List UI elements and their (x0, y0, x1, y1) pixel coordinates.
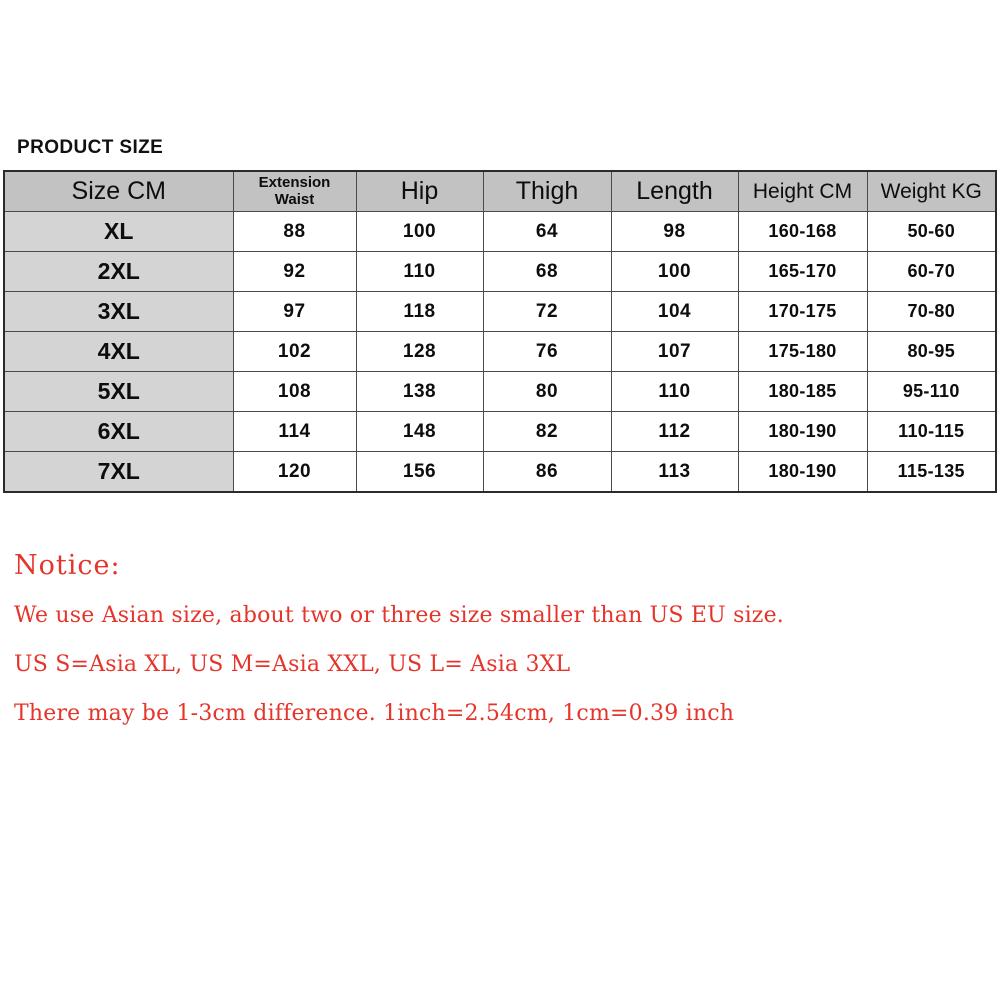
notice-heading: Notice: (14, 550, 121, 581)
table-row: XL 88 100 64 98 160-168 50-60 (3, 211, 997, 252)
cell-length: 100 (610, 251, 739, 292)
column-header-height-cm: Height CM (737, 170, 868, 212)
cell-hip: 118 (355, 291, 484, 332)
cell-height-cm: 170-175 (737, 291, 868, 332)
cell-hip: 100 (355, 211, 484, 252)
column-header-extension-waist-line1: Extension (258, 174, 331, 192)
column-header-thigh: Thigh (482, 170, 612, 212)
cell-length: 104 (610, 291, 739, 332)
cell-extension-waist: 108 (232, 371, 357, 412)
notice-section: Notice: We use Asian size, about two or … (14, 552, 994, 725)
cell-thigh: 86 (482, 451, 612, 493)
cell-weight-kg: 50-60 (866, 211, 997, 252)
cell-thigh: 76 (482, 331, 612, 372)
cell-size: 7XL (3, 451, 234, 493)
cell-length: 113 (610, 451, 739, 493)
notice-line-us-conversion: US S=Asia XL, US M=Asia XXL, US L= Asia … (14, 652, 571, 677)
table-row: 5XL 108 138 80 110 180-185 95-110 (3, 371, 997, 412)
column-header-size-cm: Size CM (3, 170, 234, 212)
cell-weight-kg: 80-95 (866, 331, 997, 372)
cell-length: 110 (610, 371, 739, 412)
cell-weight-kg: 60-70 (866, 251, 997, 292)
table-body: XL 88 100 64 98 160-168 50-60 2XL 92 110… (3, 211, 997, 493)
cell-thigh: 64 (482, 211, 612, 252)
cell-thigh: 72 (482, 291, 612, 332)
cell-size: 4XL (3, 331, 234, 372)
cell-height-cm: 165-170 (737, 251, 868, 292)
notice-line-asian-size: We use Asian size, about two or three si… (14, 603, 785, 628)
cell-hip: 110 (355, 251, 484, 292)
cell-hip: 156 (355, 451, 484, 493)
cell-hip: 128 (355, 331, 484, 372)
cell-weight-kg: 110-115 (866, 411, 997, 452)
column-header-hip: Hip (355, 170, 484, 212)
cell-size: 2XL (3, 251, 234, 292)
table-row: 6XL 114 148 82 112 180-190 110-115 (3, 411, 997, 452)
cell-thigh: 68 (482, 251, 612, 292)
table-row: 2XL 92 110 68 100 165-170 60-70 (3, 251, 997, 292)
cell-extension-waist: 97 (232, 291, 357, 332)
column-header-extension-waist: Extension Waist (232, 170, 357, 212)
cell-extension-waist: 102 (232, 331, 357, 372)
cell-extension-waist: 120 (232, 451, 357, 493)
cell-length: 112 (610, 411, 739, 452)
column-header-weight-kg: Weight KG (866, 170, 997, 212)
page-title: PRODUCT SIZE (17, 137, 164, 158)
table-row: 4XL 102 128 76 107 175-180 80-95 (3, 331, 997, 372)
cell-extension-waist: 92 (232, 251, 357, 292)
cell-height-cm: 160-168 (737, 211, 868, 252)
table-row: 3XL 97 118 72 104 170-175 70-80 (3, 291, 997, 332)
cell-size: 5XL (3, 371, 234, 412)
notice-line-tolerance: There may be 1-3cm difference. 1inch=2.5… (14, 701, 735, 726)
column-header-length: Length (610, 170, 739, 212)
cell-length: 98 (610, 211, 739, 252)
cell-height-cm: 175-180 (737, 331, 868, 372)
cell-extension-waist: 88 (232, 211, 357, 252)
cell-thigh: 80 (482, 371, 612, 412)
cell-weight-kg: 95-110 (866, 371, 997, 412)
cell-hip: 148 (355, 411, 484, 452)
cell-height-cm: 180-190 (737, 411, 868, 452)
cell-thigh: 82 (482, 411, 612, 452)
cell-weight-kg: 115-135 (866, 451, 997, 493)
column-header-extension-waist-line2: Waist (274, 190, 315, 208)
cell-size: 6XL (3, 411, 234, 452)
table-row: 7XL 120 156 86 113 180-190 115-135 (3, 451, 997, 493)
cell-hip: 138 (355, 371, 484, 412)
product-size-table: Size CM Extension Waist Hip Thigh Length… (3, 170, 997, 493)
cell-size: XL (3, 211, 234, 252)
size-chart-container: Size CM Extension Waist Hip Thigh Length… (3, 170, 997, 493)
cell-size: 3XL (3, 291, 234, 332)
cell-extension-waist: 114 (232, 411, 357, 452)
cell-length: 107 (610, 331, 739, 372)
table-header: Size CM Extension Waist Hip Thigh Length… (3, 170, 997, 212)
cell-height-cm: 180-185 (737, 371, 868, 412)
table-header-row: Size CM Extension Waist Hip Thigh Length… (3, 170, 997, 212)
cell-height-cm: 180-190 (737, 451, 868, 493)
cell-weight-kg: 70-80 (866, 291, 997, 332)
